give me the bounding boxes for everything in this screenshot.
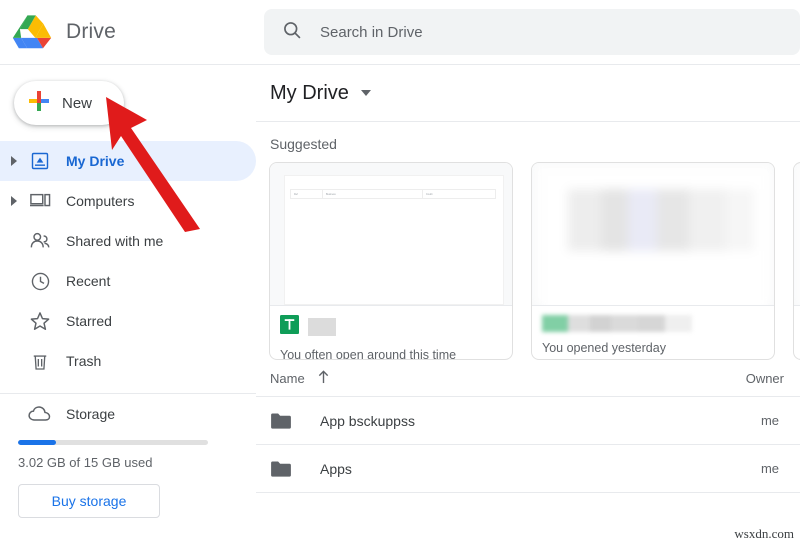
brand-divider bbox=[0, 64, 256, 65]
sidebar-item-my-drive[interactable]: My Drive bbox=[0, 141, 256, 181]
card-meta bbox=[794, 305, 800, 359]
google-sheets-icon bbox=[280, 315, 299, 339]
search-placeholder: Search in Drive bbox=[320, 23, 423, 41]
sidebar-item-recent[interactable]: Recent bbox=[0, 261, 256, 301]
file-owner: me bbox=[760, 413, 779, 428]
sidebar-item-label: Computers bbox=[66, 193, 135, 209]
suggested-cards: Ref Business Credit You often open aroun… bbox=[256, 162, 800, 360]
trash-icon bbox=[24, 351, 56, 372]
search-icon bbox=[282, 20, 302, 45]
sidebar-item-starred[interactable]: Starred bbox=[0, 301, 256, 341]
sidebar-item-label: Shared with me bbox=[66, 233, 164, 249]
row-divider bbox=[256, 492, 800, 493]
buy-storage-label: Buy storage bbox=[51, 493, 127, 509]
card-meta: You opened yesterday bbox=[532, 305, 774, 359]
search-input[interactable]: Search in Drive bbox=[264, 9, 800, 55]
card-filename-blurred bbox=[542, 315, 692, 332]
google-plus-icon bbox=[28, 90, 50, 117]
brand-header[interactable]: Drive bbox=[0, 0, 256, 64]
suggested-heading: Suggested bbox=[270, 136, 337, 152]
storage-label: Storage bbox=[66, 406, 116, 422]
google-drive-logo-icon bbox=[12, 14, 52, 50]
breadcrumb: My Drive bbox=[256, 65, 800, 121]
card-thumbnail bbox=[794, 163, 800, 305]
table-row[interactable]: Apps me bbox=[256, 445, 800, 492]
chevron-down-icon[interactable] bbox=[360, 90, 371, 96]
clock-icon bbox=[24, 271, 56, 292]
arrow-up-icon bbox=[317, 369, 330, 387]
storage-row[interactable]: Storage bbox=[0, 394, 256, 434]
file-name: Apps bbox=[320, 460, 352, 477]
file-owner: me bbox=[760, 461, 779, 476]
star-icon bbox=[24, 310, 56, 332]
sidebar-item-label: Starred bbox=[66, 313, 112, 329]
sidebar-item-label: Trash bbox=[66, 353, 102, 369]
expand-caret-icon[interactable] bbox=[4, 156, 24, 166]
breadcrumb-title[interactable]: My Drive bbox=[270, 82, 349, 105]
brand-title: Drive bbox=[66, 20, 117, 43]
card-thumbnail: Ref Business Credit bbox=[270, 163, 512, 305]
sidebar-item-label: Recent bbox=[66, 273, 111, 289]
card-filename-blurred bbox=[308, 318, 336, 336]
suggested-card[interactable]: Ref Business Credit You often open aroun… bbox=[269, 162, 513, 360]
sheet-cell: Ref bbox=[291, 190, 323, 198]
sheet-cell: Business bbox=[323, 190, 423, 198]
card-caption: You often open around this time bbox=[280, 348, 457, 360]
new-button-label: New bbox=[62, 94, 93, 112]
watermark: wsxdn.com bbox=[734, 526, 794, 541]
storage-used-text: 3.02 GB of 15 GB used bbox=[18, 455, 153, 470]
sidebar-nav: My Drive Computers Shared with me Recent… bbox=[0, 141, 256, 381]
column-name-label: Name bbox=[270, 370, 305, 386]
storage-progress-bar bbox=[18, 440, 208, 445]
sidebar-item-trash[interactable]: Trash bbox=[0, 341, 256, 381]
suggested-card[interactable]: You opened yesterday bbox=[531, 162, 775, 360]
new-button[interactable]: New bbox=[14, 81, 124, 125]
drive-icon bbox=[24, 151, 56, 171]
expand-caret-icon[interactable] bbox=[4, 196, 24, 206]
sidebar-item-label: My Drive bbox=[66, 153, 125, 169]
file-list-header: Name Owner bbox=[256, 360, 800, 396]
computer-icon bbox=[24, 191, 56, 211]
card-thumbnail bbox=[532, 163, 774, 305]
cloud-icon bbox=[24, 405, 56, 423]
buy-storage-button[interactable]: Buy storage bbox=[18, 484, 160, 518]
sidebar-item-shared-with-me[interactable]: Shared with me bbox=[0, 221, 256, 261]
main-content: Search in Drive My Drive Suggested Ref B… bbox=[256, 0, 800, 545]
suggested-card[interactable] bbox=[793, 162, 800, 360]
sheet-cell: Credit bbox=[426, 192, 433, 196]
sidebar-item-computers[interactable]: Computers bbox=[0, 181, 256, 221]
storage-progress-fill bbox=[18, 440, 56, 445]
table-row[interactable]: App bsckuppss me bbox=[256, 397, 800, 444]
card-meta: You often open around this time bbox=[270, 305, 512, 360]
column-header-owner[interactable]: Owner bbox=[746, 371, 800, 386]
card-caption: You opened yesterday bbox=[542, 341, 666, 355]
folder-icon bbox=[270, 460, 306, 478]
file-name: App bsckuppss bbox=[320, 412, 415, 429]
sidebar: Drive New My Drive Computers Shared with… bbox=[0, 0, 256, 545]
people-icon bbox=[24, 231, 56, 251]
column-header-name[interactable]: Name bbox=[270, 369, 330, 387]
folder-icon bbox=[270, 412, 306, 430]
google-drive-window: Drive New My Drive Computers Shared with… bbox=[0, 0, 800, 545]
top-bar: Search in Drive bbox=[256, 0, 800, 64]
